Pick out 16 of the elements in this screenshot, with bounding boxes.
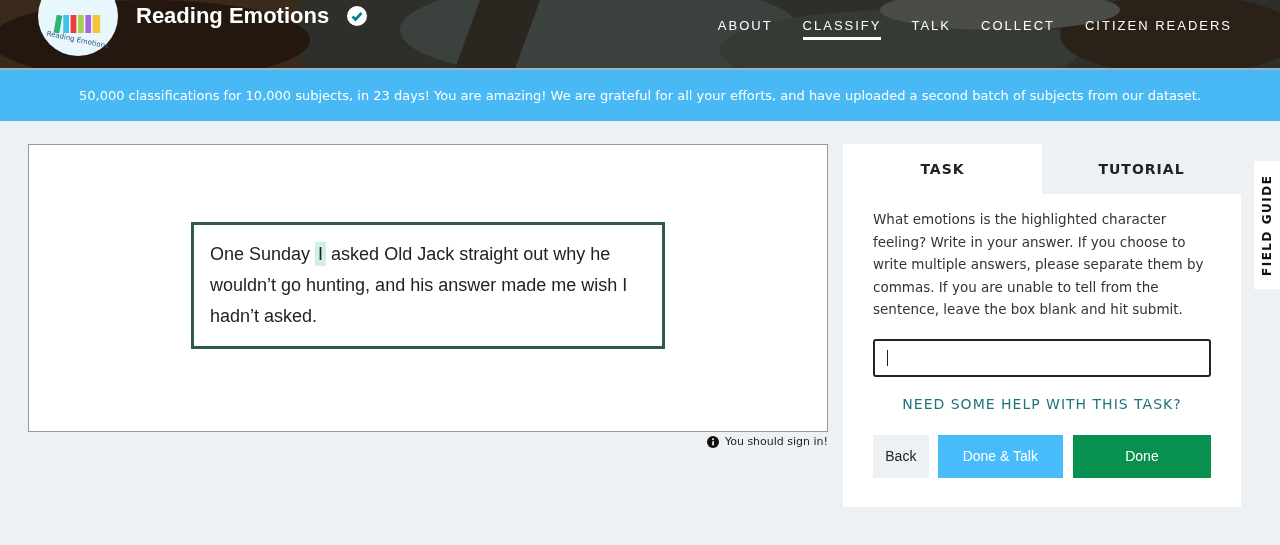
- done-button[interactable]: Done: [1072, 434, 1211, 478]
- task-question: What emotions is the highlighted character feeling? Write in your answer. If you choose to write multiple answers, please separate them by commas. If you are unable to tell from the sentence, leave the box blank and hit submit.: [873, 210, 1205, 319]
- nav-link[interactable]: ABOUT: [717, 18, 773, 40]
- panel-tab[interactable]: TUTORIAL: [1042, 144, 1241, 194]
- sign-in-note: You should sign in!: [724, 435, 828, 448]
- answer-field[interactable]: [873, 338, 1211, 377]
- subject-sentence: One Sunday I asked Old Jack straight out why he wouldn’t go hunting, and his answer made me wish I hadn’t asked.: [210, 241, 629, 328]
- nav-link[interactable]: COLLECT: [981, 18, 1055, 40]
- project-title[interactable]: Reading Emotions: [136, 3, 330, 29]
- back-button[interactable]: Back: [873, 434, 929, 478]
- nav-link[interactable]: TALK: [911, 18, 951, 40]
- info-icon: [706, 435, 719, 448]
- nav-link[interactable]: CLASSIFY: [802, 18, 882, 40]
- field-guide-tab[interactable]: FIELD GUIDE: [1254, 161, 1280, 289]
- help-link[interactable]: NEED SOME HELP WITH THIS TASK?: [873, 395, 1211, 412]
- announcement-banner: 50,000 classifications for 10,000 subjects, in 23 days! You are amazing! We are grateful for all your efforts, and have uploaded a second batch of subjects from our dataset.: [0, 70, 1280, 121]
